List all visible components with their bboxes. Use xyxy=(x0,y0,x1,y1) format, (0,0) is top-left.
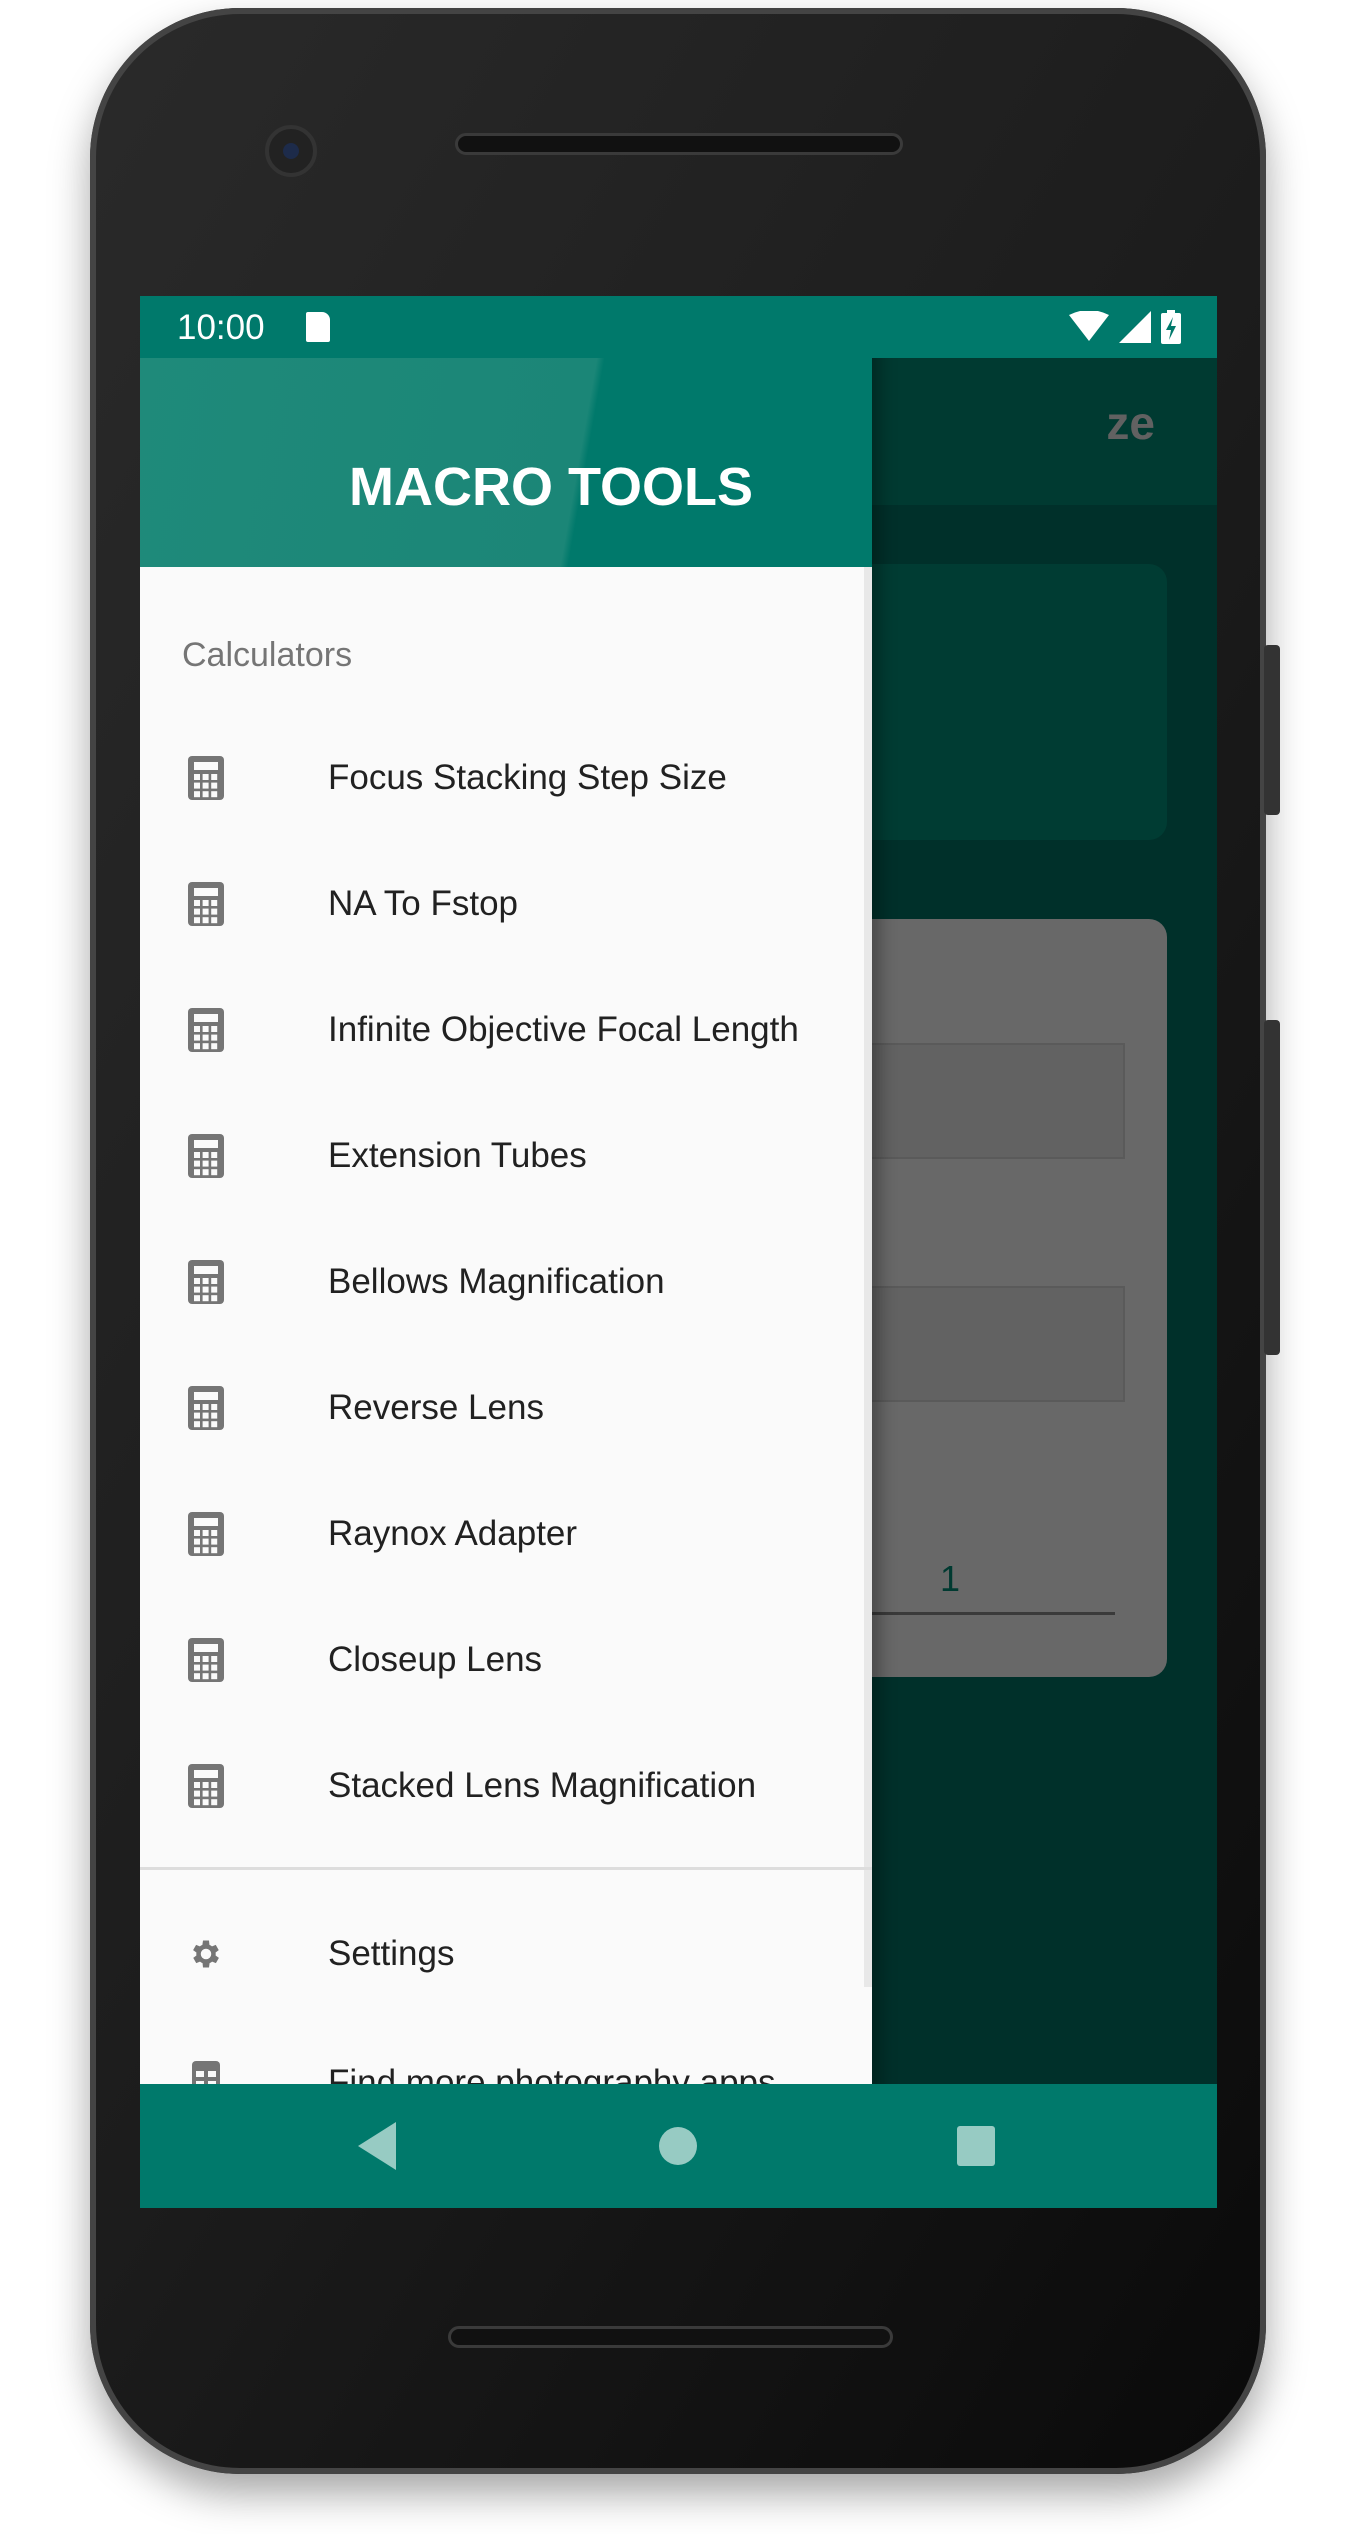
screen: 10:00 ze 1 MACRO TOOLS Calculators Focus… xyxy=(140,296,1217,2208)
input-field-2[interactable] xyxy=(840,1286,1125,1402)
result-card xyxy=(840,564,1167,840)
home-icon[interactable] xyxy=(658,2122,698,2170)
drawer-item[interactable]: Reverse Lens xyxy=(140,1345,872,1471)
front-camera xyxy=(265,125,317,177)
drawer-title: MACRO TOOLS xyxy=(349,457,753,517)
status-bar: 10:00 xyxy=(140,296,1217,358)
drawer-item[interactable]: Stacked Lens Magnification xyxy=(140,1723,872,1849)
drawer-item-label: Infinite Objective Focal Length xyxy=(328,1010,799,1049)
navigation-bar xyxy=(140,2084,1217,2208)
calculator-icon xyxy=(188,1638,224,1682)
wifi-icon xyxy=(1069,311,1109,341)
drawer-item-label: Reverse Lens xyxy=(328,1388,544,1427)
drawer-item[interactable]: Focus Stacking Step Size xyxy=(140,715,872,841)
drawer-item[interactable]: Bellows Magnification xyxy=(140,1219,872,1345)
calculator-icon xyxy=(188,1764,224,1808)
recents-icon[interactable] xyxy=(955,2122,997,2170)
volume-button xyxy=(1264,1020,1280,1355)
input-field-1[interactable] xyxy=(840,1043,1125,1159)
drawer-item-label: Settings xyxy=(328,1934,455,1973)
drawer-item[interactable]: Closeup Lens xyxy=(140,1597,872,1723)
signal-icon xyxy=(1119,311,1151,343)
drawer-item-label: Closeup Lens xyxy=(328,1640,543,1679)
gear-icon xyxy=(193,1940,219,1968)
drawer-item[interactable]: Extension Tubes xyxy=(140,1093,872,1219)
calculator-icon xyxy=(188,882,224,926)
calculator-icon xyxy=(188,1512,224,1556)
drawer-item-label: NA To Fstop xyxy=(328,884,519,923)
input-underline xyxy=(840,1612,1115,1615)
drawer-item[interactable]: NA To Fstop xyxy=(140,841,872,967)
battery-charging-icon xyxy=(1161,310,1181,344)
drawer-item-label: Raynox Adapter xyxy=(328,1514,578,1553)
divider xyxy=(140,1867,872,1870)
back-icon[interactable] xyxy=(358,2122,398,2170)
drawer-item-label: Focus Stacking Step Size xyxy=(328,758,727,797)
calculator-icon xyxy=(188,1008,224,1052)
calculator-icon xyxy=(188,1134,224,1178)
status-time: 10:00 xyxy=(177,308,265,347)
drawer-item-settings[interactable]: Settings xyxy=(140,1891,872,2017)
bottom-speaker xyxy=(448,2326,893,2348)
navigation-drawer: MACRO TOOLS Calculators Focus Stacking S… xyxy=(140,296,872,2208)
top-speaker xyxy=(455,133,903,155)
power-button xyxy=(1264,645,1280,815)
drawer-item-label: Extension Tubes xyxy=(328,1136,587,1175)
drawer-item-label: Stacked Lens Magnification xyxy=(328,1766,757,1805)
drawer-item-label: Bellows Magnification xyxy=(328,1262,665,1301)
drawer-item[interactable]: Infinite Objective Focal Length xyxy=(140,967,872,1093)
section-header-calculators: Calculators xyxy=(182,636,353,674)
calculator-icon xyxy=(188,756,224,800)
sd-card-icon xyxy=(306,312,330,342)
input-field-3-value[interactable]: 1 xyxy=(940,1558,960,1600)
calculator-icon xyxy=(188,1260,224,1304)
calculator-icon xyxy=(188,1386,224,1430)
drawer-item[interactable]: Raynox Adapter xyxy=(140,1471,872,1597)
